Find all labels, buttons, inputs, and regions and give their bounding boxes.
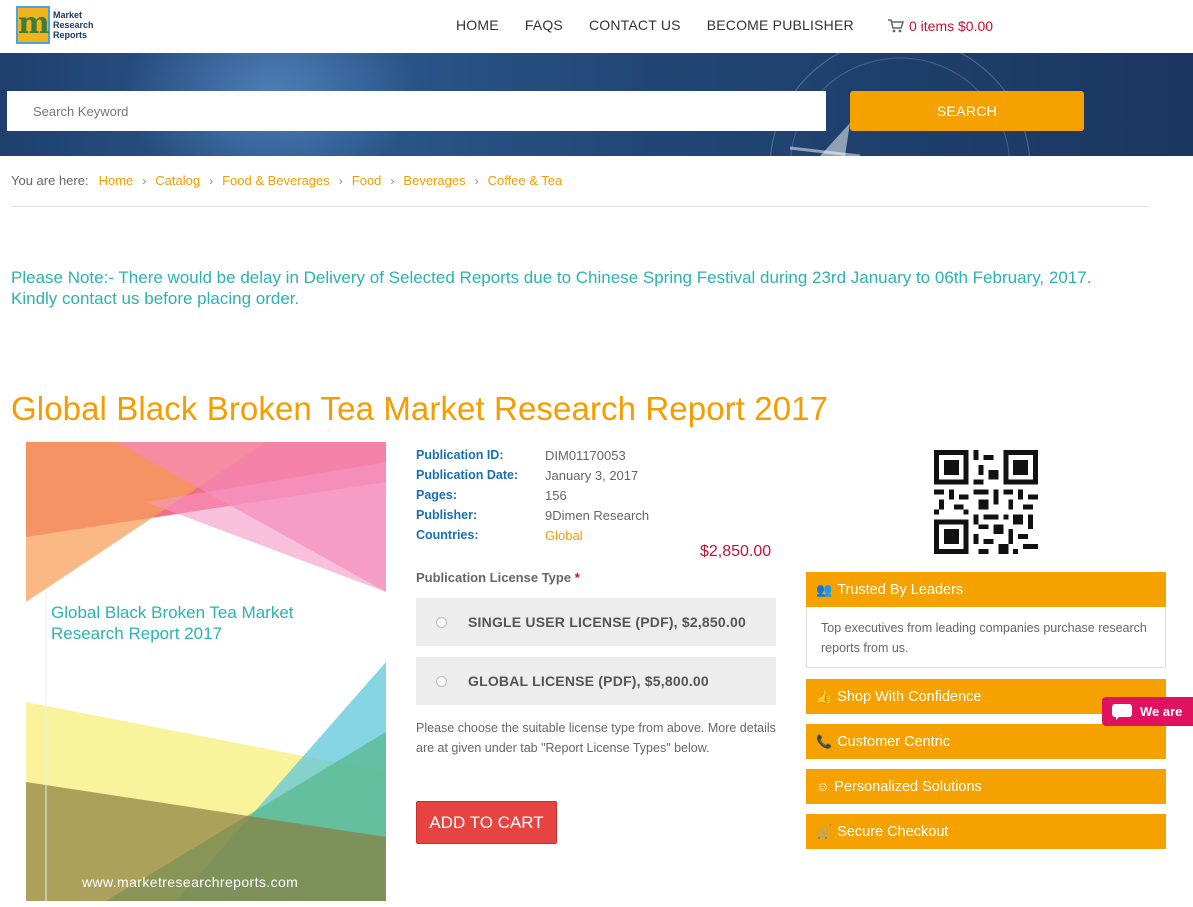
chevron-right-icon: › <box>474 173 479 188</box>
panel-trusted-by-leaders: 👥 Trusted By Leaders <box>806 572 1166 607</box>
report-price: $2,850.00 <box>700 543 772 560</box>
required-mark: * <box>574 570 580 585</box>
search-banner: SEARCH <box>0 53 1193 156</box>
divider <box>11 206 1150 207</box>
detail-row-pages: Pages: 156 <box>416 485 649 505</box>
panel-title: Personalized Solutions <box>834 778 982 795</box>
phone-icon: 📞 <box>816 733 833 749</box>
detail-row-publication-id: Publication ID: DIM01170053 <box>416 445 649 465</box>
detail-value: DIM01170053 <box>545 447 626 463</box>
nav-faqs[interactable]: FAQS <box>525 17 563 33</box>
cart-icon: 🛒 <box>816 823 833 839</box>
logo-mark: m <box>16 6 50 44</box>
chevron-right-icon: › <box>390 173 395 188</box>
cover-url: www.marketresearchreports.com <box>82 874 299 890</box>
panel-trusted-body: Top executives from leading companies pu… <box>806 607 1166 668</box>
panel-title: Shop With Confidence <box>837 688 982 705</box>
detail-row-countries: Countries: Global <box>416 525 649 545</box>
breadcrumb: You are here: Home › Catalog › Food & Be… <box>11 173 562 188</box>
detail-value: 156 <box>545 487 567 503</box>
chevron-right-icon: › <box>209 173 214 188</box>
breadcrumb-coffee-tea[interactable]: Coffee & Tea <box>488 173 563 188</box>
detail-value: 9Dimen Research <box>545 507 650 523</box>
breadcrumb-food-beverages[interactable]: Food & Beverages <box>222 173 330 188</box>
license-option-single-user[interactable]: SINGLE USER LICENSE (PDF), $2,850.00 <box>416 598 776 646</box>
license-option-label: SINGLE USER LICENSE (PDF), $2,850.00 <box>468 614 746 630</box>
main-nav: HOME FAQS CONTACT US BECOME PUBLISHER <box>456 17 880 33</box>
logo-text: Market Research Reports <box>53 10 97 40</box>
detail-key: Pages: <box>416 488 457 502</box>
logo-line-3: Reports <box>53 30 88 40</box>
license-option-label: GLOBAL LICENSE (PDF), $5,800.00 <box>468 673 709 689</box>
detail-key: Publication Date: <box>416 468 519 482</box>
chat-label: We are <box>1140 704 1183 719</box>
detail-key: Countries: <box>416 528 479 542</box>
panel-title: Customer Centric <box>837 733 950 750</box>
panel-secure-checkout[interactable]: 🛒 Secure Checkout <box>806 814 1166 849</box>
cover-artwork <box>26 442 386 901</box>
detail-row-publication-date: Publication Date: January 3, 2017 <box>416 465 649 485</box>
add-to-cart-button[interactable]: ADD TO CART <box>416 801 557 844</box>
site-header: m Market Research Reports HOME FAQS CONT… <box>0 0 1193 53</box>
breadcrumb-beverages[interactable]: Beverages <box>403 173 465 188</box>
chat-bubble-icon <box>1112 703 1132 720</box>
country-link[interactable]: Global <box>545 528 583 543</box>
page-title: Global Black Broken Tea Market Research … <box>11 390 829 427</box>
license-option-global[interactable]: GLOBAL LICENSE (PDF), $5,800.00 <box>416 657 776 705</box>
qr-code-icon <box>934 450 1038 554</box>
panel-personalized-solutions[interactable]: ☺ Personalized Solutions <box>806 769 1166 804</box>
publication-details: Publication ID: DIM01170053 Publication … <box>416 445 649 545</box>
search-button[interactable]: SEARCH <box>850 91 1084 131</box>
cart-label: 0 items $0.00 <box>909 18 994 34</box>
nav-contact-us[interactable]: CONTACT US <box>589 17 681 33</box>
detail-key: Publisher: <box>416 508 478 522</box>
breadcrumb-catalog[interactable]: Catalog <box>155 173 200 188</box>
license-radio[interactable] <box>436 616 447 628</box>
chevron-right-icon: › <box>142 173 147 188</box>
live-chat-widget[interactable]: We are <box>1102 697 1193 726</box>
nav-home[interactable]: HOME <box>456 17 499 33</box>
breadcrumb-home[interactable]: Home <box>99 173 134 188</box>
site-logo[interactable]: m Market Research Reports <box>16 6 97 44</box>
panel-customer-centric[interactable]: 📞 Customer Centric <box>806 724 1166 759</box>
smile-icon: ☺ <box>816 779 830 794</box>
license-note: Please choose the suitable license type … <box>416 721 776 755</box>
breadcrumb-label: You are here: <box>11 173 89 188</box>
detail-row-publisher: Publisher: 9Dimen Research <box>416 505 649 525</box>
report-cover-image: Global Black Broken Tea Market Research … <box>26 442 386 901</box>
shopping-cart-icon <box>888 19 904 33</box>
detail-value: January 3, 2017 <box>545 467 639 483</box>
license-type-label: Publication License Type <box>416 570 572 585</box>
detail-key: Publication ID: <box>416 448 504 462</box>
cover-title: Global Black Broken Tea Market Research … <box>51 603 294 643</box>
breadcrumb-food[interactable]: Food <box>352 173 382 188</box>
cart-summary[interactable]: 0 items $0.00 <box>888 18 993 34</box>
license-radio[interactable] <box>436 675 447 687</box>
license-type-title: Publication License Type * <box>416 570 580 585</box>
chevron-right-icon: › <box>338 173 343 188</box>
search-input[interactable] <box>7 91 826 131</box>
users-icon: 👥 <box>816 581 833 597</box>
panel-title: Trusted By Leaders <box>837 581 964 598</box>
panel-title: Secure Checkout <box>837 823 949 840</box>
logo-line-2: Research <box>53 20 94 30</box>
logo-line-1: Market <box>53 10 83 20</box>
nav-become-publisher[interactable]: BECOME PUBLISHER <box>707 17 854 33</box>
thumbs-up-icon: 👍 <box>816 688 833 704</box>
delivery-notice: Please Note:- There would be delay in De… <box>11 268 1092 308</box>
